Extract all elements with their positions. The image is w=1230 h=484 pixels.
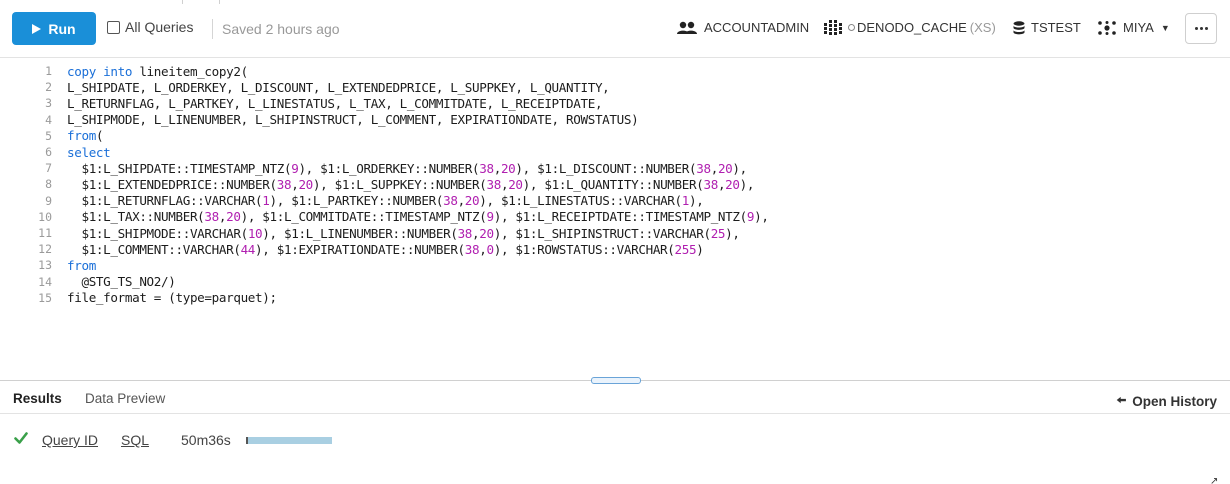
- query-progress-bar: [246, 437, 332, 444]
- code-text: from(: [67, 128, 104, 144]
- warehouse-name: DENODO_CACHE: [857, 20, 967, 35]
- line-number: 14: [38, 274, 52, 289]
- code-text: $1:L_SHIPDATE::TIMESTAMP_NTZ(9), $1:L_OR…: [67, 160, 747, 176]
- line-number: 2: [45, 80, 52, 95]
- role-name: ACCOUNTADMIN: [704, 20, 810, 35]
- line-number: 7: [45, 161, 52, 176]
- schema-selector[interactable]: MIYA ▼: [1097, 20, 1170, 35]
- check-icon: [14, 432, 28, 444]
- code-line[interactable]: 2 L_SHIPDATE, L_ORDERKEY, L_DISCOUNT, L_E…: [0, 79, 610, 95]
- database-selector[interactable]: TSTEST: [1013, 20, 1081, 35]
- code-text: $1:L_TAX::NUMBER(38,20), $1:L_COMMITDATE…: [67, 209, 769, 225]
- code-text: $1:L_SHIPMODE::VARCHAR(10), $1:L_LINENUM…: [67, 225, 740, 241]
- results-tabs: Results Data Preview 🠨 Open History: [0, 384, 1230, 414]
- code-line[interactable]: 1 copy into lineitem_copy2(: [0, 63, 248, 79]
- line-number: 6: [45, 145, 52, 159]
- code-line[interactable]: 7 $1:L_SHIPDATE::TIMESTAMP_NTZ(9), $1:L_…: [0, 160, 747, 176]
- code-line[interactable]: 11 $1:L_SHIPMODE::VARCHAR(10), $1:L_LINE…: [0, 225, 740, 241]
- line-number: 15: [38, 290, 52, 305]
- open-history-label: Open History: [1132, 394, 1217, 409]
- line-number: 8: [45, 177, 52, 192]
- role-selector[interactable]: ACCOUNTADMIN: [676, 20, 809, 35]
- arrow-left-icon: 🠨: [1116, 393, 1127, 407]
- database-icon: [1013, 20, 1025, 34]
- users-icon: [677, 21, 697, 34]
- warehouse-status-icon: [848, 24, 855, 31]
- sql-editor[interactable]: 1 copy into lineitem_copy2( 2 L_SHIPDATE, L…: [0, 59, 1230, 380]
- open-history-button[interactable]: 🠨 Open History: [1116, 391, 1217, 412]
- resize-handle[interactable]: [591, 377, 641, 384]
- schema-name: MIYA: [1123, 20, 1154, 35]
- chevron-down-icon: ▼: [1160, 22, 1170, 33]
- code-line[interactable]: 13 from: [0, 257, 96, 273]
- code-line[interactable]: 3 L_RETURNFLAG, L_PARTKEY, L_LINESTATUS, …: [0, 95, 602, 111]
- more-icon: [1194, 27, 1198, 30]
- code-line[interactable]: 12 $1:L_COMMENT::VARCHAR(44), $1:EXPIRAT…: [0, 241, 704, 257]
- query-status-row: Query ID SQL 50m36s: [0, 430, 1230, 450]
- code-text: @STG_TS_NO2/): [67, 274, 176, 290]
- line-number: 3: [45, 96, 52, 111]
- code-text: L_RETURNFLAG, L_PARTKEY, L_LINESTATUS, L…: [67, 95, 603, 111]
- all-queries-checkbox[interactable]: [107, 20, 120, 34]
- line-number: 11: [38, 226, 52, 240]
- expand-icon[interactable]: ↗: [1210, 476, 1218, 484]
- results-message-clipped: [12, 477, 16, 484]
- code-text: file_format = (type=parquet);: [67, 290, 277, 306]
- code-text: from: [67, 257, 96, 273]
- line-number: 10: [38, 209, 52, 224]
- run-button[interactable]: Run: [12, 12, 96, 45]
- run-button-label: Run: [48, 20, 76, 37]
- line-number: 1: [45, 64, 52, 78]
- line-number: 13: [38, 258, 52, 273]
- warehouse-selector[interactable]: DENODO_CACHE (XS): [824, 20, 996, 35]
- all-queries-toggle[interactable]: All Queries: [107, 19, 193, 35]
- code-line[interactable]: 10 $1:L_TAX::NUMBER(38,20), $1:L_COMMITD…: [0, 209, 769, 225]
- database-name: TSTEST: [1031, 20, 1081, 35]
- code-text: $1:L_EXTENDEDPRICE::NUMBER(38,20), $1:L_…: [67, 176, 755, 192]
- code-line[interactable]: 15 file_format = (type=parquet);: [0, 290, 277, 306]
- sql-link[interactable]: SQL: [121, 432, 149, 448]
- saved-status: Saved 2 hours ago: [222, 21, 340, 37]
- worksheet-toolbar: Run All Queries Saved 2 hours ago ACCOUN…: [0, 0, 1230, 58]
- query-id-link[interactable]: Query ID: [42, 432, 98, 448]
- code-line[interactable]: 8 $1:L_EXTENDEDPRICE::NUMBER(38,20), $1:…: [0, 176, 754, 192]
- tab-data-preview[interactable]: Data Preview: [85, 391, 165, 406]
- more-options-button[interactable]: [1185, 13, 1217, 44]
- code-text: $1:L_COMMENT::VARCHAR(44), $1:EXPIRATION…: [67, 241, 704, 257]
- all-queries-label: All Queries: [125, 19, 194, 35]
- code-text: $1:L_RETURNFLAG::VARCHAR(1), $1:L_PARTKE…: [67, 193, 704, 209]
- code-line[interactable]: 9 $1:L_RETURNFLAG::VARCHAR(1), $1:L_PART…: [0, 193, 704, 209]
- code-line[interactable]: 5 from(: [0, 128, 103, 144]
- code-text: copy into lineitem_copy2(: [67, 63, 248, 79]
- play-icon: [32, 23, 42, 34]
- toolbar-divider: [212, 19, 213, 39]
- worksheet-tab-edge: [182, 0, 220, 4]
- warehouse-grid-icon: [824, 20, 842, 35]
- line-number: 12: [38, 242, 52, 257]
- code-line[interactable]: 14 @STG_TS_NO2/): [0, 274, 176, 290]
- line-number: 5: [45, 128, 52, 143]
- code-text: L_SHIPDATE, L_ORDERKEY, L_DISCOUNT, L_EX…: [67, 79, 610, 95]
- code-text: L_SHIPMODE, L_LINENUMBER, L_SHIPINSTRUCT…: [67, 112, 639, 128]
- schema-icon: [1098, 20, 1116, 35]
- code-line[interactable]: 4 L_SHIPMODE, L_LINENUMBER, L_SHIPINSTRUC…: [0, 112, 639, 128]
- tab-results[interactable]: Results: [13, 391, 62, 406]
- code-line[interactable]: 6 select: [0, 144, 111, 160]
- code-text: select: [67, 144, 111, 160]
- query-duration: 50m36s: [181, 432, 231, 448]
- warehouse-size: (XS): [969, 20, 996, 35]
- line-number: 4: [45, 112, 52, 127]
- line-number: 9: [45, 193, 52, 208]
